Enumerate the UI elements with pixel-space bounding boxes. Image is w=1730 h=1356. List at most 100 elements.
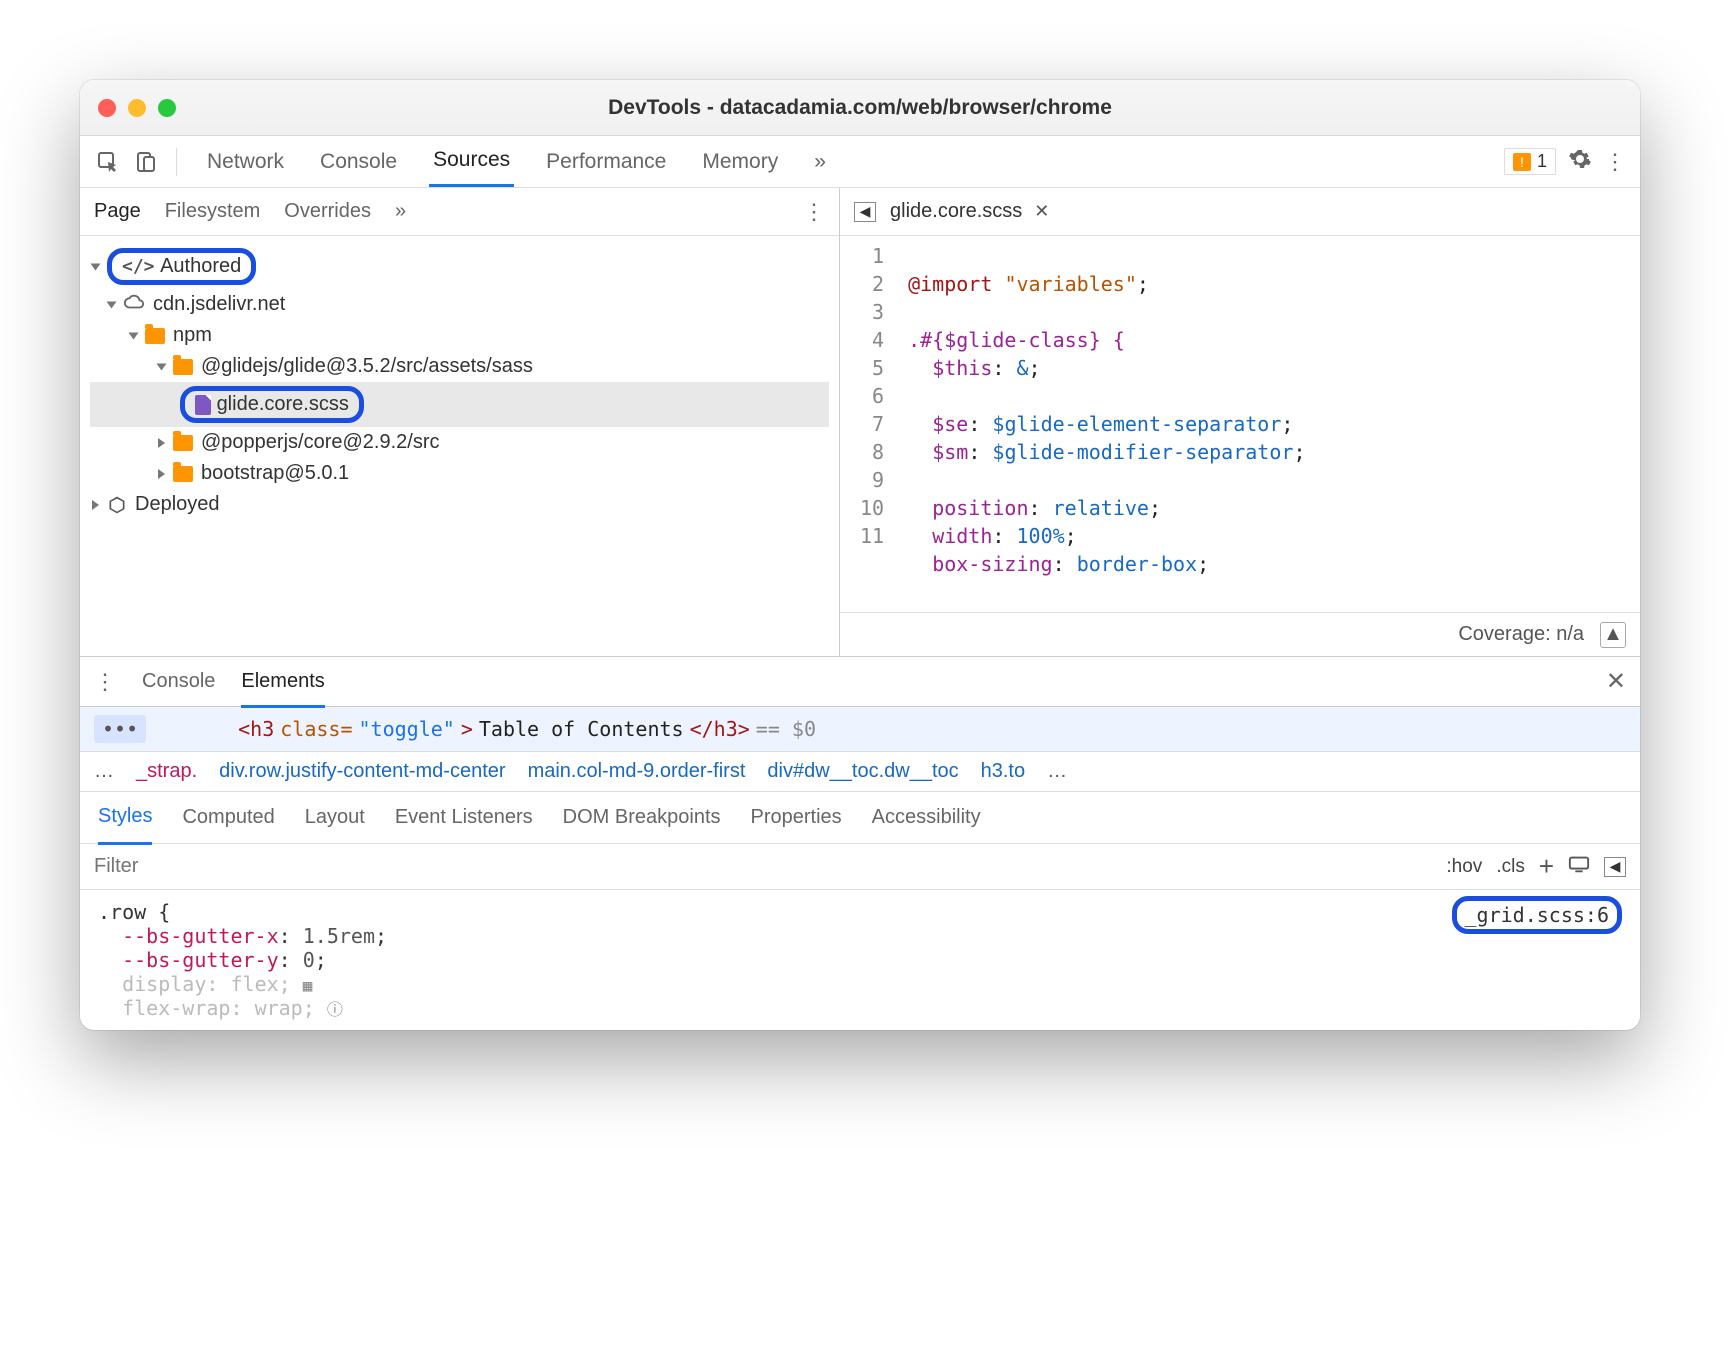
drawer-tabs: ⋮ Console Elements ✕ bbox=[80, 657, 1640, 707]
subtab-filesystem[interactable]: Filesystem bbox=[165, 200, 261, 223]
subtab-layout[interactable]: Layout bbox=[305, 806, 365, 829]
toggle-sidebar-icon[interactable]: ◀ bbox=[1604, 857, 1626, 877]
separator bbox=[176, 148, 177, 176]
cloud-icon bbox=[123, 293, 145, 316]
chevron-right-icon bbox=[92, 500, 99, 510]
tree-label: npm bbox=[173, 324, 212, 347]
navigator-tabs: Page Filesystem Overrides » ⋮ bbox=[80, 188, 839, 236]
tab-memory[interactable]: Memory bbox=[698, 138, 782, 186]
zoom-window-button[interactable] bbox=[158, 99, 176, 117]
tree-label: Authored bbox=[160, 255, 241, 278]
css-selector: .row { bbox=[98, 900, 1622, 924]
devtools-window: DevTools - datacadamia.com/web/browser/c… bbox=[80, 80, 1640, 1030]
tab-console[interactable]: Console bbox=[316, 138, 401, 186]
tree-label: Deployed bbox=[135, 493, 220, 516]
more-menu-icon[interactable]: ⋮ bbox=[1604, 149, 1626, 175]
cube-icon bbox=[107, 495, 127, 515]
dom-selected-node[interactable]: ••• <h3 class="toggle">Table of Contents… bbox=[80, 707, 1640, 752]
file-icon bbox=[195, 395, 211, 415]
tree-glide-folder[interactable]: @glidejs/glide@3.5.2/src/assets/sass bbox=[90, 351, 829, 382]
tab-performance[interactable]: Performance bbox=[542, 138, 670, 186]
settings-gear-icon[interactable] bbox=[1568, 147, 1592, 177]
tree-bootstrap-folder[interactable]: bootstrap@5.0.1 bbox=[90, 458, 829, 489]
drawer-tab-elements[interactable]: Elements bbox=[241, 670, 324, 708]
chevron-down-icon bbox=[91, 263, 101, 270]
folder-icon bbox=[173, 466, 193, 482]
chevron-down-icon bbox=[129, 332, 139, 339]
tree-label: cdn.jsdelivr.net bbox=[153, 293, 285, 316]
coverage-label: Coverage: n/a bbox=[1458, 623, 1584, 646]
tabs-overflow-icon[interactable]: » bbox=[810, 138, 830, 186]
inspect-element-icon[interactable] bbox=[94, 148, 122, 176]
tree-popper-folder[interactable]: @popperjs/core@2.9.2/src bbox=[90, 427, 829, 458]
styles-toolbar: :hov .cls + ◀ bbox=[80, 844, 1640, 890]
editor-pane: ◀ glide.core.scss ✕ 1234567891011 @impor… bbox=[840, 188, 1640, 656]
warnings-badge[interactable]: ! 1 bbox=[1504, 148, 1556, 175]
tree-authored[interactable]: </> Authored bbox=[90, 244, 829, 289]
subtab-computed[interactable]: Computed bbox=[182, 806, 274, 829]
subtab-page[interactable]: Page bbox=[94, 200, 141, 223]
flex-icon[interactable]: ▦ bbox=[303, 976, 313, 995]
close-tab-icon[interactable]: ✕ bbox=[1034, 201, 1049, 222]
tree-label: glide.core.scss bbox=[217, 393, 349, 416]
subtabs-overflow-icon[interactable]: » bbox=[395, 200, 406, 223]
warning-count: 1 bbox=[1537, 151, 1547, 172]
tree-npm[interactable]: npm bbox=[90, 320, 829, 351]
styles-subtabs: Styles Computed Layout Event Listeners D… bbox=[80, 792, 1640, 844]
window-title: DevTools - datacadamia.com/web/browser/c… bbox=[80, 96, 1640, 120]
subtab-properties[interactable]: Properties bbox=[751, 806, 842, 829]
styles-filter-input[interactable] bbox=[94, 855, 1432, 878]
new-style-rule-icon[interactable]: + bbox=[1539, 851, 1554, 882]
drawer-tab-console[interactable]: Console bbox=[142, 670, 215, 693]
navigator-more-icon[interactable]: ⋮ bbox=[803, 199, 825, 225]
subtab-dom-breakpoints[interactable]: DOM Breakpoints bbox=[563, 806, 721, 829]
minimize-window-button[interactable] bbox=[128, 99, 146, 117]
window-controls bbox=[98, 99, 176, 117]
code-editor[interactable]: 1234567891011 @import "variables"; .#{$g… bbox=[840, 236, 1640, 612]
titlebar: DevTools - datacadamia.com/web/browser/c… bbox=[80, 80, 1640, 136]
close-drawer-icon[interactable]: ✕ bbox=[1606, 667, 1626, 696]
info-icon[interactable]: ⓘ bbox=[327, 1000, 343, 1019]
tab-network[interactable]: Network bbox=[203, 138, 288, 186]
tree-label: @glidejs/glide@3.5.2/src/assets/sass bbox=[201, 355, 533, 378]
editor-tab-label: glide.core.scss bbox=[890, 200, 1022, 223]
hover-states-button[interactable]: :hov bbox=[1446, 856, 1482, 878]
classes-button[interactable]: .cls bbox=[1496, 856, 1525, 878]
drawer-more-icon[interactable]: ⋮ bbox=[94, 669, 116, 695]
tree-deployed[interactable]: Deployed bbox=[90, 489, 829, 520]
styles-rule[interactable]: _grid.scss:6 .row { --bs-gutter-x: 1.5re… bbox=[80, 890, 1640, 1030]
file-tree: </> Authored cdn.jsdelivr.net npm bbox=[80, 236, 839, 534]
breadcrumb[interactable]: … _strap. div.row.justify-content-md-cen… bbox=[80, 752, 1640, 792]
editor-tabs: ◀ glide.core.scss ✕ bbox=[840, 188, 1640, 236]
line-gutter: 1234567891011 bbox=[840, 236, 900, 612]
subtab-overrides[interactable]: Overrides bbox=[284, 200, 371, 223]
close-window-button[interactable] bbox=[98, 99, 116, 117]
toggle-navigator-icon[interactable]: ◀ bbox=[854, 202, 876, 222]
subtab-styles[interactable]: Styles bbox=[98, 805, 152, 845]
chevron-down-icon bbox=[107, 301, 117, 308]
navigator-pane: Page Filesystem Overrides » ⋮ </> Author… bbox=[80, 188, 840, 656]
device-toggle-icon[interactable] bbox=[132, 148, 160, 176]
warning-icon: ! bbox=[1513, 153, 1531, 171]
tree-file-selected[interactable]: glide.core.scss bbox=[90, 382, 829, 427]
device-styles-icon[interactable] bbox=[1568, 855, 1590, 878]
subtab-event-listeners[interactable]: Event Listeners bbox=[395, 806, 533, 829]
collapse-drawer-icon[interactable]: ▲ bbox=[1600, 622, 1626, 648]
tree-cdn[interactable]: cdn.jsdelivr.net bbox=[90, 289, 829, 320]
main-toolbar: Network Console Sources Performance Memo… bbox=[80, 136, 1640, 188]
chevron-right-icon bbox=[158, 469, 165, 479]
tree-label: @popperjs/core@2.9.2/src bbox=[201, 431, 440, 454]
expand-dots-icon[interactable]: ••• bbox=[94, 715, 146, 743]
folder-icon bbox=[173, 435, 193, 451]
chevron-right-icon bbox=[158, 438, 165, 448]
code-content: @import "variables"; .#{$glide-class} { … bbox=[900, 236, 1313, 612]
folder-icon bbox=[173, 359, 193, 375]
tab-sources[interactable]: Sources bbox=[429, 136, 514, 187]
panel-tabs: Network Console Sources Performance Memo… bbox=[203, 136, 830, 187]
subtab-accessibility[interactable]: Accessibility bbox=[872, 806, 981, 829]
source-link[interactable]: _grid.scss:6 bbox=[1452, 896, 1623, 934]
tree-label: bootstrap@5.0.1 bbox=[201, 462, 349, 485]
folder-icon bbox=[145, 328, 165, 344]
editor-footer: Coverage: n/a ▲ bbox=[840, 612, 1640, 656]
editor-tab[interactable]: glide.core.scss ✕ bbox=[890, 200, 1049, 223]
